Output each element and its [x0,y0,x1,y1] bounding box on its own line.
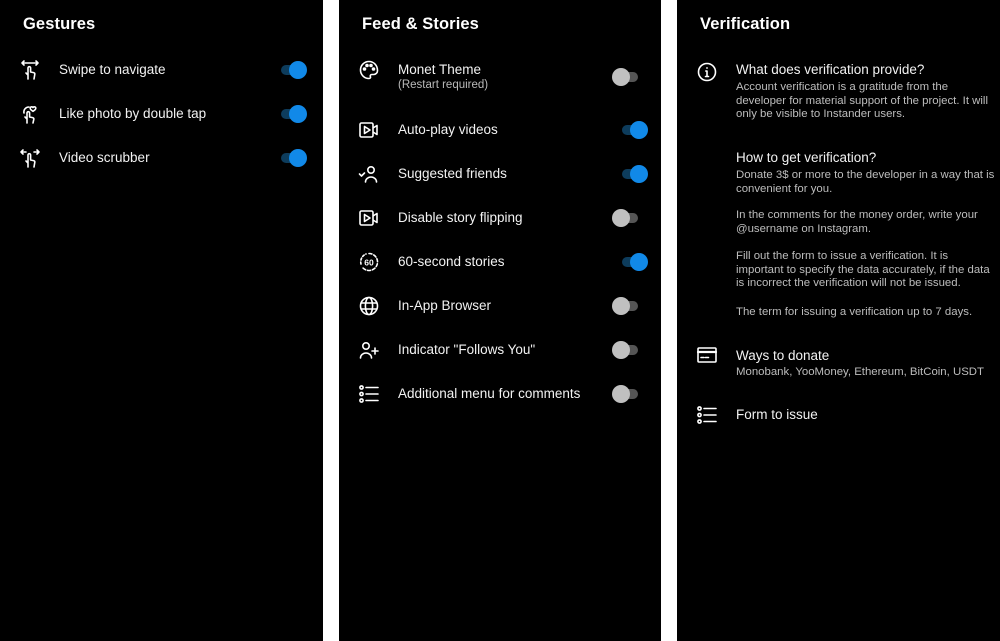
video-play-icon [358,119,380,141]
setting-additional-comments-menu[interactable]: Additional menu for comments [339,378,661,410]
setting-label: Swipe to navigate [59,62,166,77]
monet-theme-toggle[interactable] [612,68,640,86]
setting-in-app-browser[interactable]: In-App Browser [339,290,661,322]
video-play-icon [358,207,380,229]
setting-suggested-friends[interactable]: Suggested friends [339,158,661,190]
how-paragraph: Fill out the form to issue a verificatio… [736,250,990,290]
auto-play-videos-toggle[interactable] [620,121,648,139]
setting-label: Indicator "Follows You" [398,342,536,357]
setting-label: Monet Theme [398,62,482,77]
toggle-thumb [289,61,307,79]
form-to-issue-label: Form to issue [736,407,818,422]
how-paragraph: The term for issuing a verification up t… [736,306,973,318]
like-double-tap-toggle[interactable] [279,105,307,123]
how-paragraph: Donate 3$ or more to the developer in a … [736,169,995,195]
setting-follows-you-indicator[interactable]: Indicator "Follows You" [339,334,661,366]
setting-auto-play-videos[interactable]: Auto-play videos [339,114,661,146]
video-scrubber-toggle[interactable] [279,149,307,167]
setting-label: Video scrubber [59,150,150,165]
swipe-gesture-icon [19,59,41,81]
palette-icon [358,59,380,81]
toggle-thumb [630,165,648,183]
verification-panel: Verification What does verification prov… [677,0,1000,641]
setting-label: Like photo by double tap [59,106,207,121]
list-icon [696,404,718,426]
svg-text:60: 60 [364,258,374,268]
form-to-issue-item[interactable]: Form to issue [677,404,1000,428]
ways-to-donate-item[interactable]: Ways to donate Monobank, YooMoney, Ether… [677,346,1000,386]
ways-to-donate-text: Monobank, YooMoney, Ethereum, BitCoin, U… [736,366,984,378]
toggle-thumb [612,209,630,227]
credit-card-icon [696,344,718,366]
60-second-stories-toggle[interactable] [620,253,648,271]
scrub-gesture-icon [19,147,41,169]
setting-label: Additional menu for comments [398,386,581,401]
verification-title: Verification [700,15,791,33]
setting-swipe-to-navigate[interactable]: Swipe to navigate [0,54,323,86]
what-verification-heading: What does verification provide? [736,62,925,77]
setting-disable-story-flipping[interactable]: Disable story flipping [339,202,661,234]
follows-you-indicator-toggle[interactable] [612,341,640,359]
gestures-title: Gestures [23,15,96,33]
suggested-friends-toggle[interactable] [620,165,648,183]
timer-60-icon: 60 [358,251,380,273]
disable-story-flipping-toggle[interactable] [612,209,640,227]
feed-stories-panel: Feed & Stories Monet Theme (Restart requ… [339,0,661,641]
setting-like-double-tap[interactable]: Like photo by double tap [0,98,323,130]
list-icon [358,383,380,405]
person-check-icon [358,163,380,185]
how-paragraph: In the comments for the money order, wri… [736,209,978,235]
setting-label: Disable story flipping [398,210,523,225]
toggle-thumb [289,105,307,123]
toggle-thumb [630,253,648,271]
setting-label: Suggested friends [398,166,507,181]
toggle-thumb [612,297,630,315]
gestures-panel: Gestures Swipe to navigate Like photo by… [0,0,323,641]
setting-label: In-App Browser [398,298,492,313]
feed-stories-title: Feed & Stories [362,15,479,33]
swipe-to-navigate-toggle[interactable] [279,61,307,79]
setting-label: 60-second stories [398,254,505,269]
setting-monet-theme[interactable]: Monet Theme (Restart required) [339,54,661,98]
setting-video-scrubber[interactable]: Video scrubber [0,142,323,174]
how-verification-heading: How to get verification? [736,150,877,165]
setting-label: Auto-play videos [398,122,498,137]
toggle-thumb [612,68,630,86]
setting-60-second-stories[interactable]: 60 60-second stories [339,246,661,278]
double-tap-like-icon [19,103,41,125]
what-verification-text: Account verification is a gratitude from… [736,81,988,121]
additional-comments-menu-toggle[interactable] [612,385,640,403]
info-icon [696,61,718,83]
setting-sublabel: (Restart required) [398,79,489,91]
toggle-thumb [630,121,648,139]
toggle-thumb [612,385,630,403]
globe-icon [358,295,380,317]
in-app-browser-toggle[interactable] [612,297,640,315]
toggle-thumb [289,149,307,167]
toggle-thumb [612,341,630,359]
ways-to-donate-heading: Ways to donate [736,348,830,363]
person-add-icon [358,339,380,361]
